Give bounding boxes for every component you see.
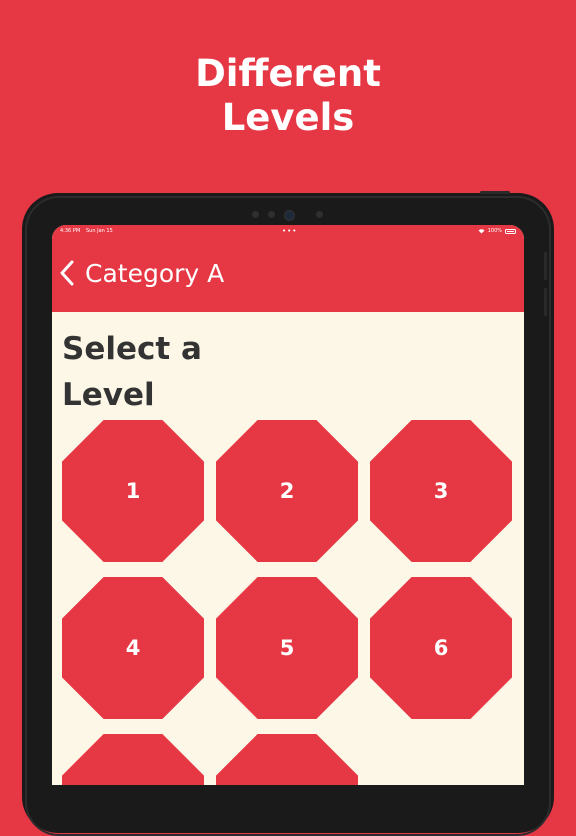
- volume-button: [544, 252, 547, 280]
- page-heading-line1: Select a: [62, 331, 202, 367]
- camera-icon: [284, 210, 295, 221]
- chevron-left-icon: [60, 260, 74, 286]
- app-screen: 4:36 PM Sun Jan 15 ••• 100% Category A S…: [52, 225, 524, 785]
- volume-button: [544, 288, 547, 316]
- level-number: 1: [125, 479, 141, 503]
- sensor-icon: [316, 211, 323, 218]
- level-button-7[interactable]: [62, 734, 204, 785]
- status-time: 4:36 PM: [60, 228, 81, 234]
- promo-title: Different Levels: [0, 52, 576, 140]
- sensor-icon: [252, 211, 259, 218]
- level-button-6[interactable]: 6: [370, 577, 512, 719]
- page-heading-line2: Level: [62, 377, 155, 413]
- sensor-icon: [268, 211, 275, 218]
- level-number: 2: [279, 479, 295, 503]
- level-button-2[interactable]: 2: [216, 420, 358, 562]
- battery-percent: 100%: [487, 228, 502, 234]
- wifi-icon: [478, 228, 485, 233]
- status-indicators: 100%: [478, 225, 516, 237]
- app-header: 4:36 PM Sun Jan 15 ••• 100% Category A: [52, 225, 524, 312]
- level-number: 6: [433, 636, 449, 660]
- promo-title-line1: Different: [195, 52, 381, 95]
- promo-title-line2: Levels: [221, 96, 355, 139]
- page-heading: Select a Level: [62, 326, 282, 418]
- level-button-4[interactable]: 4: [62, 577, 204, 719]
- level-button-1[interactable]: 1: [62, 420, 204, 562]
- level-button-5[interactable]: 5: [216, 577, 358, 719]
- battery-icon: [505, 228, 516, 234]
- level-number: 3: [433, 479, 449, 503]
- level-number: 4: [125, 636, 141, 660]
- level-button-3[interactable]: 3: [370, 420, 512, 562]
- power-button: [480, 191, 510, 194]
- level-button-8[interactable]: [216, 734, 358, 785]
- status-date: Sun Jan 15: [86, 228, 113, 234]
- nav-title: Category A: [85, 259, 225, 288]
- status-bar: 4:36 PM Sun Jan 15 ••• 100%: [52, 225, 524, 237]
- back-button[interactable]: [54, 255, 80, 291]
- multitasking-dots-icon: •••: [282, 227, 298, 235]
- level-number: 5: [279, 636, 295, 660]
